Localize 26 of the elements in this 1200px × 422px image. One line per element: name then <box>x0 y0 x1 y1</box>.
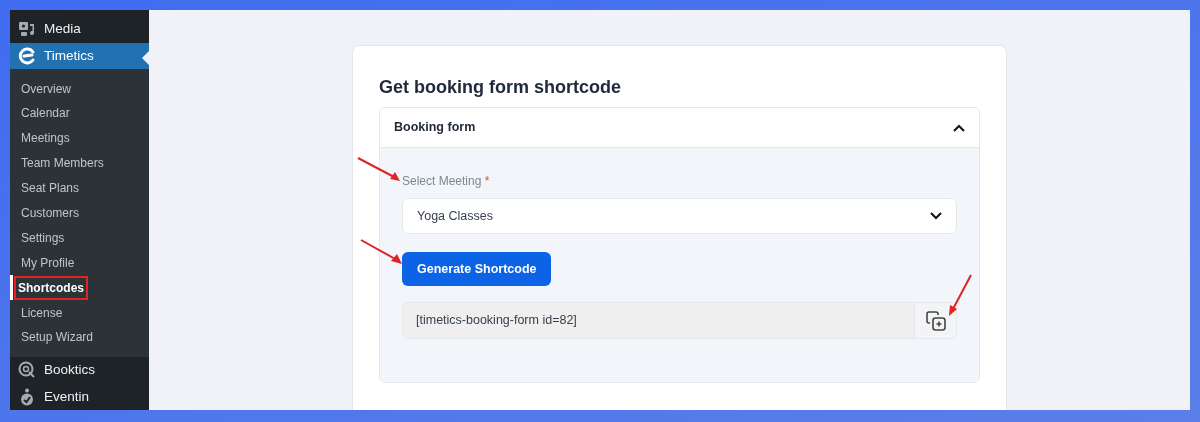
submenu-link[interactable]: Calendar <box>19 103 72 124</box>
card-title: Get booking form shortcode <box>379 76 622 99</box>
eventin-icon <box>18 387 36 406</box>
field-label: Select Meeting * <box>402 173 491 190</box>
meeting-select[interactable]: Yoga Classes <box>402 198 957 234</box>
sidebar-menu-item[interactable]: Eventin <box>10 383 149 410</box>
submenu-link[interactable]: Meetings <box>19 128 72 149</box>
sidebar-menu-item[interactable]: Booktics <box>10 356 149 384</box>
media-icon <box>18 20 36 39</box>
submenu-link[interactable]: Shortcodes <box>16 277 86 298</box>
booktics-icon <box>18 361 36 380</box>
submenu-link[interactable]: Team Members <box>19 153 106 174</box>
submenu-link[interactable]: My Profile <box>19 252 77 273</box>
submenu-link[interactable]: Customers <box>19 203 81 223</box>
sidebar-menu-item[interactable]: Timetics <box>10 42 149 70</box>
generate-shortcode-button[interactable]: Generate Shortcode <box>402 252 552 286</box>
chevron-down-icon <box>930 212 942 220</box>
accordion-header[interactable]: Booking form <box>380 108 979 148</box>
chevron-icon <box>953 123 965 132</box>
submenu-link[interactable]: License <box>19 302 65 323</box>
sidebar-menu-item[interactable]: Media <box>10 16 149 43</box>
submenu-link[interactable]: Seat Plans <box>19 178 82 199</box>
timetics-logo-icon <box>18 46 36 65</box>
submenu-link[interactable]: Settings <box>19 227 67 248</box>
submenu-link[interactable]: Overview <box>19 78 73 99</box>
submenu-link[interactable]: Setup Wizard <box>19 327 96 348</box>
